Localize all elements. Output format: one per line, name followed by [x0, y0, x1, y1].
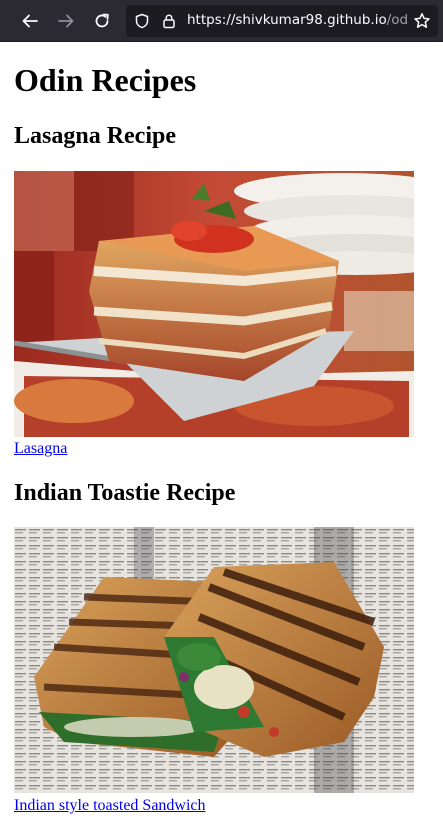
- toastie-heading: Indian Toastie Recipe: [14, 480, 236, 506]
- lasagna-photo: [14, 171, 414, 437]
- shield-icon[interactable]: [134, 13, 150, 29]
- star-icon: [414, 13, 430, 28]
- toastie-photo: [14, 527, 414, 793]
- url-text[interactable]: https://shivkumar98.github.io/odin: [187, 12, 420, 28]
- bookmark-button[interactable]: [409, 5, 435, 37]
- browser-toolbar: https://shivkumar98.github.io/odin: [0, 0, 443, 42]
- reload-button[interactable]: [86, 5, 118, 37]
- arrow-left-icon: [22, 14, 38, 28]
- reload-icon: [95, 13, 109, 28]
- lock-icon[interactable]: [161, 13, 177, 29]
- lasagna-heading: Lasagna Recipe: [14, 123, 176, 149]
- page-title: Odin Recipes: [14, 62, 197, 98]
- lasagna-link[interactable]: Lasagna: [14, 440, 67, 458]
- back-button[interactable]: [14, 5, 46, 37]
- arrow-right-icon: [58, 14, 74, 28]
- toastie-link[interactable]: Indian style toasted Sandwich: [14, 797, 206, 815]
- url-bar[interactable]: https://shivkumar98.github.io/odin: [126, 5, 438, 37]
- forward-button[interactable]: [50, 5, 82, 37]
